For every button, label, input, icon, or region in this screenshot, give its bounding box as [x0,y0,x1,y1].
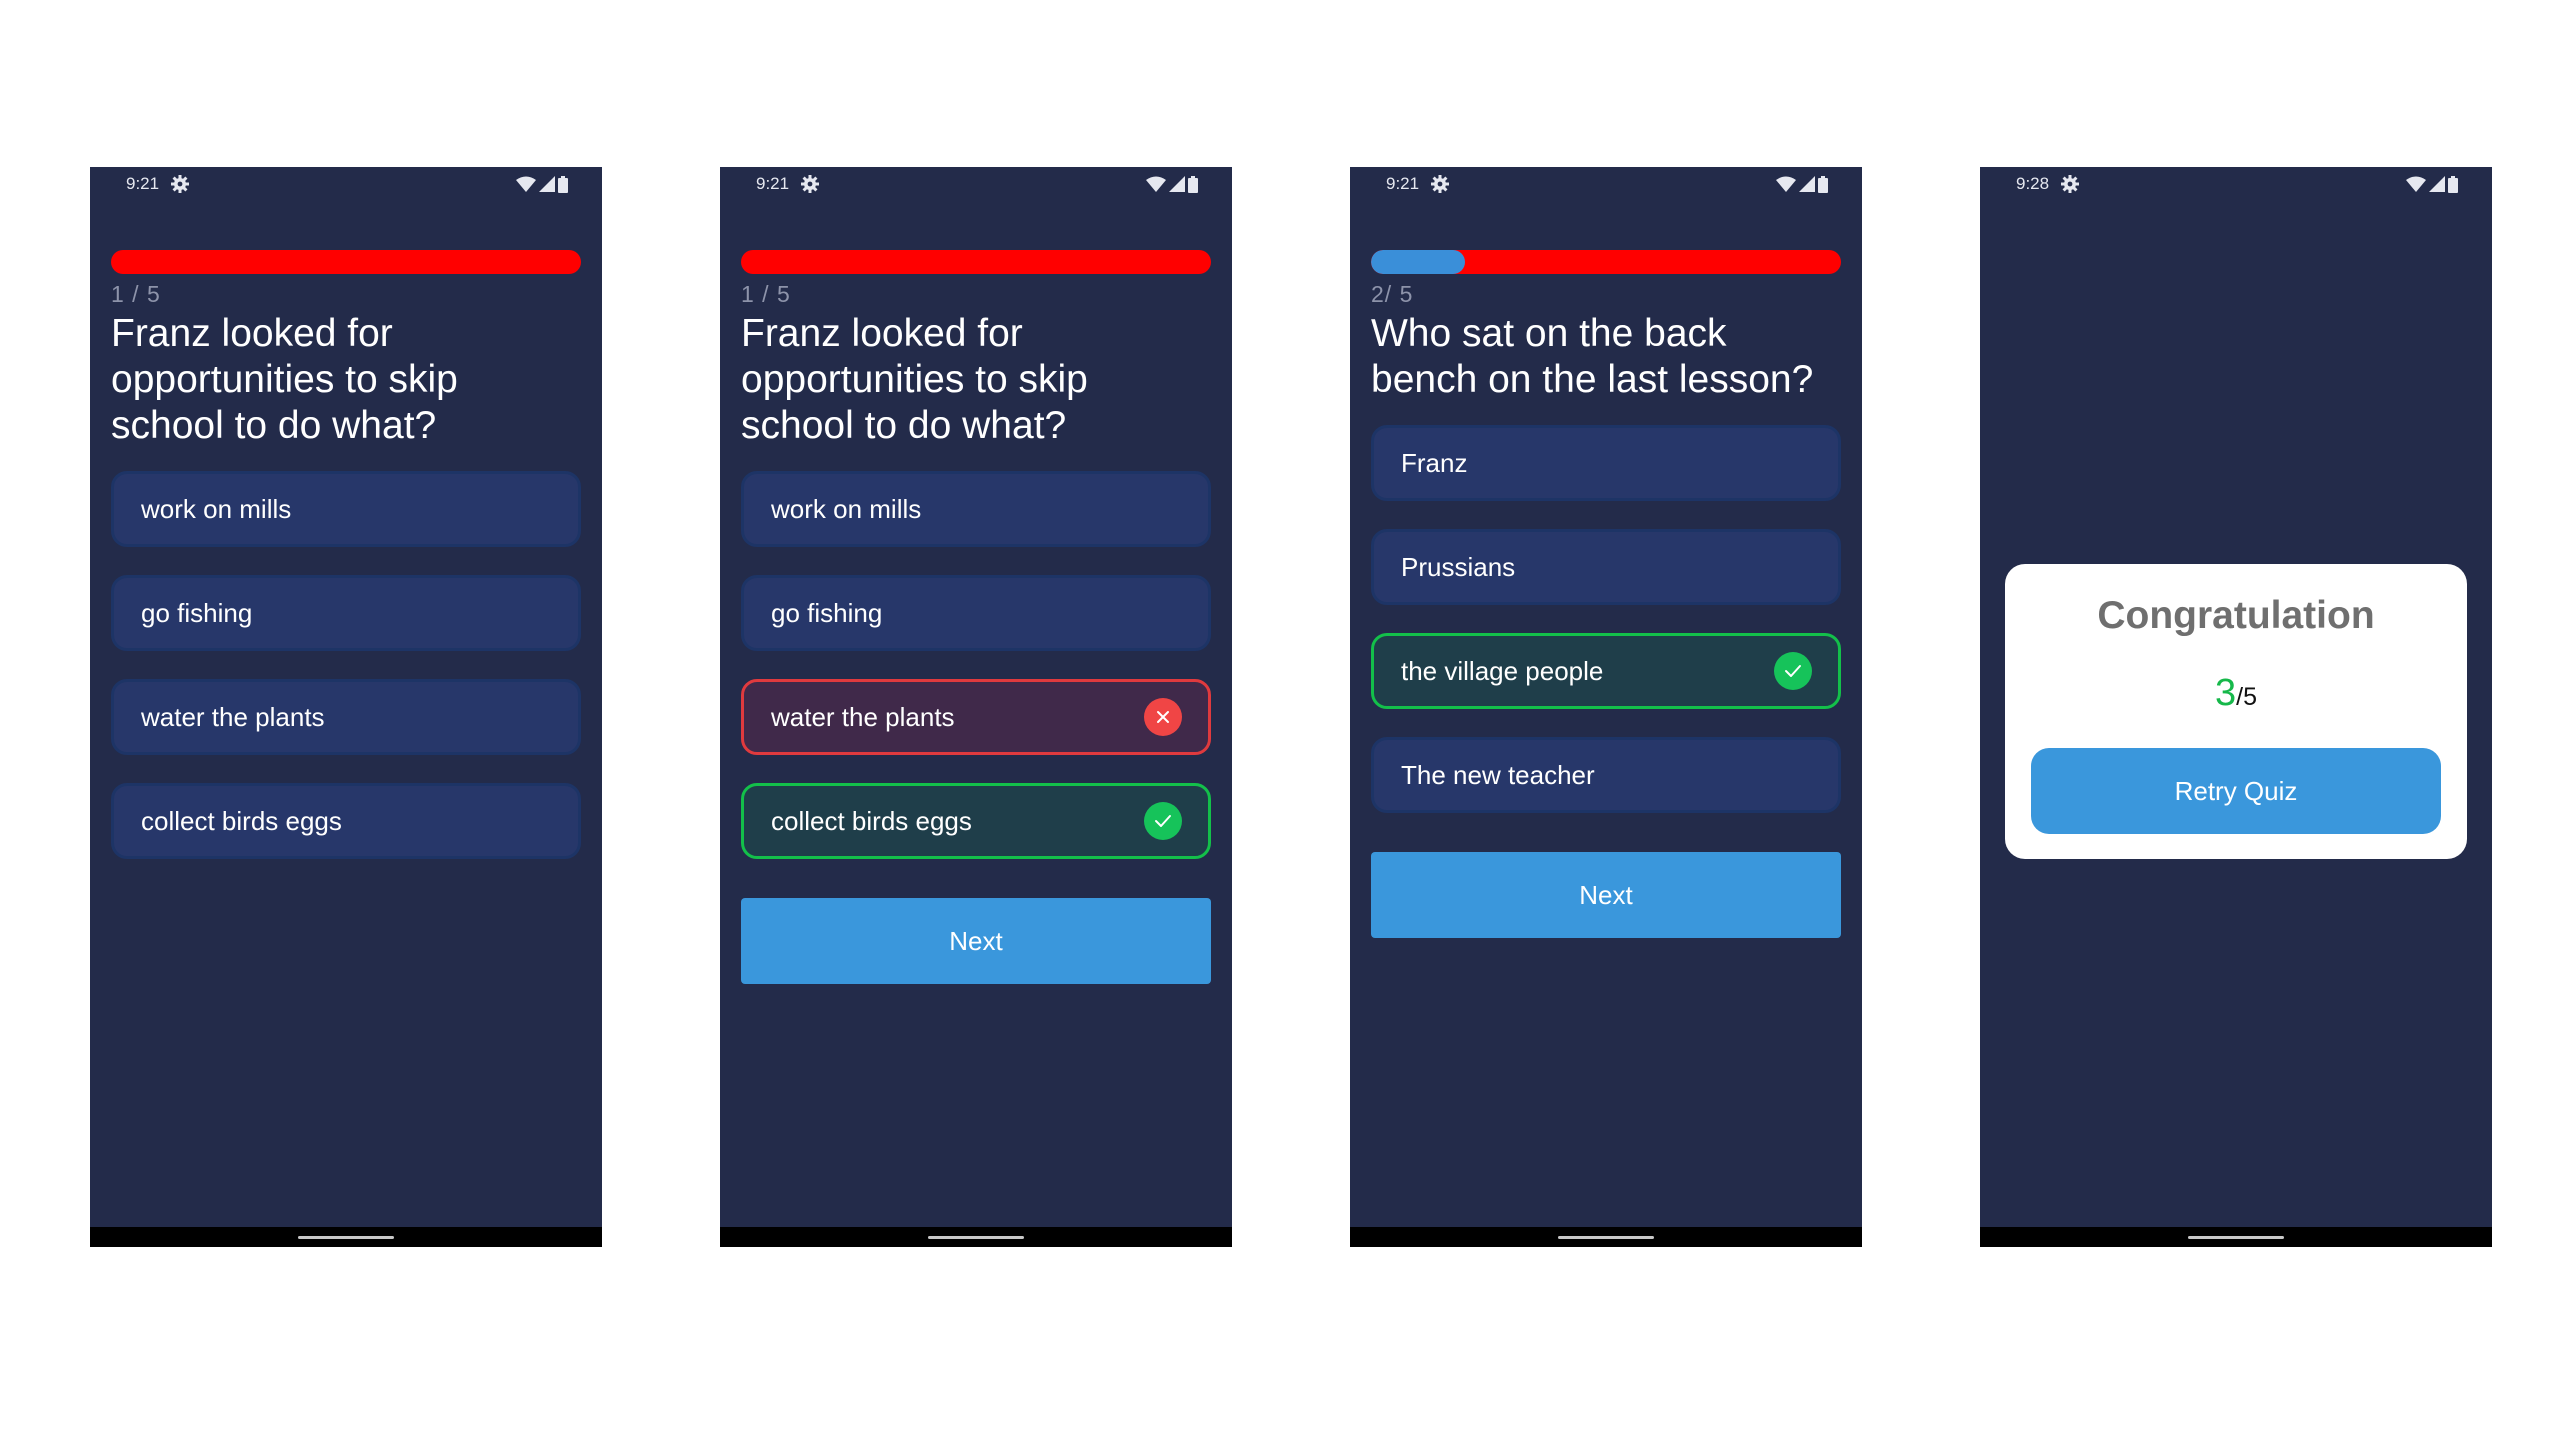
status-time: 9:21 [1386,174,1420,193]
gear-icon [171,175,189,193]
question-text: Who sat on the back bench on the last le… [1371,312,1814,401]
next-button[interactable]: Next [1371,852,1841,938]
progress-bar [741,250,1211,274]
status-bar: 9:28 [1980,167,2492,203]
answer-label: water the plants [771,701,955,732]
answer-label: the village people [1401,655,1604,686]
question-counter: 1 / 5 [111,281,161,307]
answer-option[interactable]: Prussians [1371,529,1841,605]
question-counter: 2/ 5 [1371,281,1414,307]
gear-icon [801,175,819,193]
answer-option-correct[interactable]: the village people [1371,633,1841,709]
question-counter: 1 / 5 [741,281,791,307]
question-text: Franz looked for opportunities to skip s… [111,312,458,447]
quiz-screen-question-1-answered: 9:21 1 / 5 Franz looked for opportunitie… [720,167,1232,1247]
home-indicator[interactable] [1558,1236,1654,1239]
answer-label: Franz [1401,447,1468,478]
answer-option[interactable]: water the plants [111,679,581,755]
answer-label: collect birds eggs [771,805,972,836]
answer-option[interactable]: work on mills [111,471,581,547]
navigation-bar [1980,1227,2492,1247]
answer-label: water the plants [141,701,325,732]
next-button[interactable]: Next [741,898,1211,984]
question-text: Franz looked for opportunities to skip s… [741,312,1088,447]
status-time: 9:21 [756,174,790,193]
answer-option-wrong[interactable]: water the plants [741,679,1211,755]
answer-label: go fishing [141,597,253,628]
gear-icon [2061,175,2079,193]
retry-quiz-button[interactable]: Retry Quiz [2031,748,2441,834]
answer-label: The new teacher [1401,759,1595,790]
result-dialog: Congratulation 3/5 Retry Quiz [2005,564,2467,859]
score-display: 3/5 [2005,672,2467,715]
status-bar: 9:21 [720,167,1232,203]
gear-icon [1431,175,1449,193]
wifi-icon [516,176,536,192]
navigation-bar [90,1227,602,1247]
close-icon [1144,698,1182,736]
result-title: Congratulation [2097,594,2375,637]
wifi-icon [1146,176,1166,192]
answer-option-correct[interactable]: collect birds eggs [741,783,1211,859]
answer-option[interactable]: collect birds eggs [111,783,581,859]
answer-label: work on mills [141,493,292,524]
score-value: 3 [2215,672,2237,714]
status-bar: 9:21 [90,167,602,203]
progress-bar [1371,250,1841,274]
wifi-icon [2406,176,2426,192]
battery-icon [558,175,568,193]
home-indicator[interactable] [928,1236,1024,1239]
status-time: 9:28 [2016,174,2050,193]
cellular-signal-icon [1169,176,1185,192]
answer-option[interactable]: go fishing [741,575,1211,651]
answer-option[interactable]: go fishing [111,575,581,651]
answer-option[interactable]: The new teacher [1371,737,1841,813]
cellular-signal-icon [539,176,555,192]
answer-option[interactable]: work on mills [741,471,1211,547]
progress-fill [1371,250,1465,274]
battery-icon [2448,175,2458,193]
answer-label: work on mills [771,493,922,524]
navigation-bar [1350,1227,1862,1247]
answer-option[interactable]: Franz [1371,425,1841,501]
answer-label: go fishing [771,597,883,628]
answer-label: Prussians [1401,551,1516,582]
wifi-icon [1776,176,1796,192]
score-total: /5 [2236,683,2257,711]
progress-bar [111,250,581,274]
status-bar: 9:21 [1350,167,1862,203]
home-indicator[interactable] [298,1236,394,1239]
check-icon [1144,802,1182,840]
home-indicator[interactable] [2188,1236,2284,1239]
cellular-signal-icon [2429,176,2445,192]
quiz-screen-question-2-answered: 9:21 2/ 5 Who sat on the back bench on t… [1350,167,1862,1247]
cellular-signal-icon [1799,176,1815,192]
status-time: 9:21 [126,174,160,193]
battery-icon [1188,175,1198,193]
battery-icon [1818,175,1828,193]
quiz-result-screen: 9:28 Congratulation 3/5 Retry Quiz [1980,167,2492,1247]
answer-label: collect birds eggs [141,805,342,836]
navigation-bar [720,1227,1232,1247]
quiz-screen-question-1: 9:21 1 / 5 Franz looked for opportunitie… [90,167,602,1247]
check-icon [1774,652,1812,690]
